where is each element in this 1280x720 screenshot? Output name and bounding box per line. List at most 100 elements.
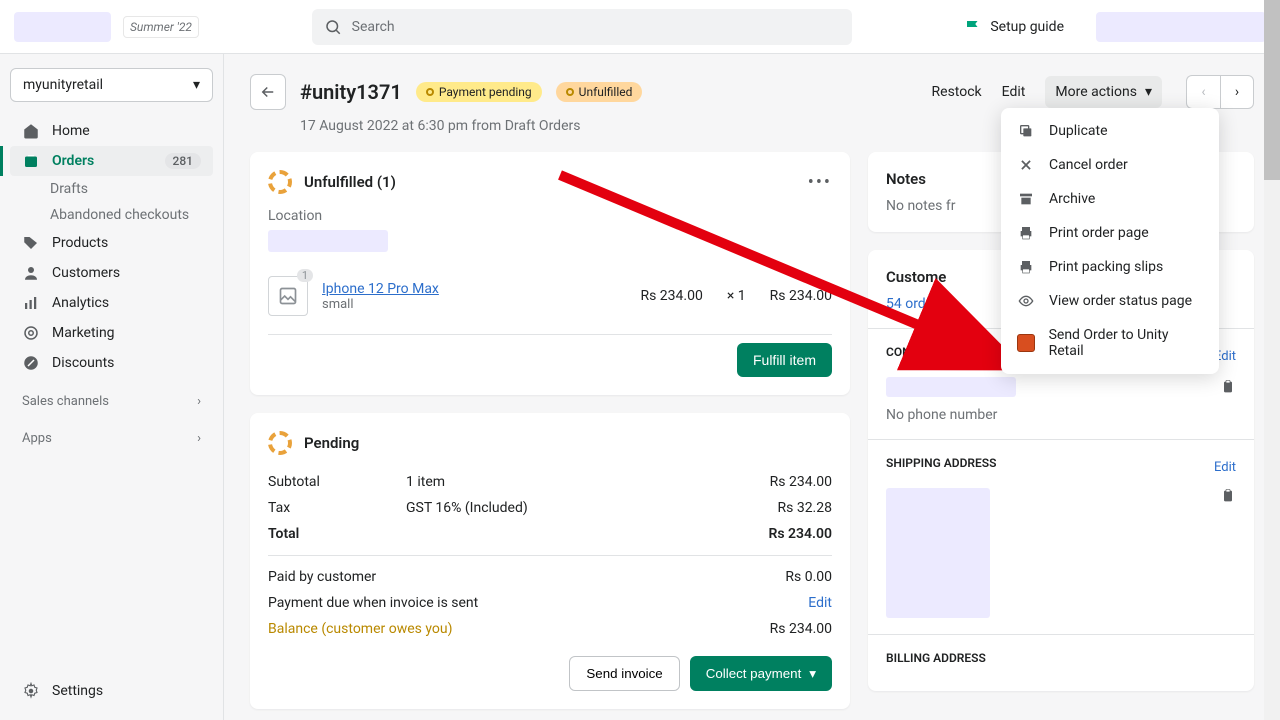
page-header: #unity1371 Payment pending Unfulfilled R… bbox=[250, 74, 1254, 110]
fulfill-item-button[interactable]: Fulfill item bbox=[737, 343, 832, 377]
billing-address-label: BILLING ADDRESS bbox=[886, 651, 1236, 665]
sidebar: myunityretail ▾ Home Orders 281 Drafts A… bbox=[0, 54, 224, 720]
nav-analytics[interactable]: Analytics bbox=[10, 288, 213, 318]
payment-due-edit[interactable]: Edit bbox=[808, 595, 832, 611]
balance-label: Balance (customer owes you) bbox=[268, 621, 452, 637]
card-more-button[interactable]: ••• bbox=[808, 172, 832, 193]
edit-button[interactable]: Edit bbox=[1002, 84, 1026, 100]
nav-customers[interactable]: Customers bbox=[10, 258, 213, 288]
nav-discounts-label: Discounts bbox=[52, 355, 114, 371]
status-ring-icon bbox=[268, 431, 292, 455]
dropdown-print-packing-label: Print packing slips bbox=[1049, 259, 1163, 275]
location-value-placeholder bbox=[268, 230, 388, 252]
dropdown-archive[interactable]: Archive bbox=[1001, 182, 1219, 216]
nav-orders[interactable]: Orders 281 bbox=[10, 146, 213, 176]
nav-discounts[interactable]: Discounts bbox=[10, 348, 213, 378]
tax-detail: GST 16% (Included) bbox=[406, 500, 778, 516]
scrollbar-thumb[interactable] bbox=[1264, 0, 1280, 180]
clipboard-icon[interactable] bbox=[1220, 488, 1236, 504]
dropdown-cancel-order[interactable]: Cancel order bbox=[1001, 148, 1219, 182]
tax-label: Tax bbox=[268, 500, 406, 516]
unfulfilled-card: Unfulfilled (1) ••• Location 1 Iphone 12… bbox=[250, 152, 850, 395]
fulfillment-status-chip: Unfulfilled bbox=[556, 82, 643, 102]
product-name-link[interactable]: Iphone 12 Pro Max bbox=[322, 281, 439, 297]
send-invoice-button[interactable]: Send invoice bbox=[569, 656, 679, 691]
search-input[interactable]: Search bbox=[312, 9, 852, 45]
settings-label: Settings bbox=[52, 683, 103, 699]
clipboard-icon[interactable] bbox=[1220, 379, 1236, 395]
close-icon bbox=[1017, 158, 1035, 172]
orders-count-badge: 281 bbox=[165, 153, 201, 169]
scrollbar[interactable] bbox=[1264, 0, 1280, 720]
shipping-edit-button[interactable]: Edit bbox=[1214, 460, 1236, 475]
store-name: myunityretail bbox=[23, 77, 103, 93]
back-button[interactable] bbox=[250, 74, 286, 110]
prev-order-button[interactable]: ‹ bbox=[1186, 75, 1220, 109]
next-order-button[interactable]: › bbox=[1220, 75, 1254, 109]
sales-channels-label: Sales channels bbox=[22, 394, 109, 409]
person-icon bbox=[22, 264, 40, 282]
dropdown-cancel-label: Cancel order bbox=[1049, 157, 1128, 173]
print-icon bbox=[1017, 225, 1035, 241]
season-tag: Summer '22 bbox=[123, 16, 199, 38]
dropdown-view-status[interactable]: View order status page bbox=[1001, 284, 1219, 318]
tax-amount: Rs 32.28 bbox=[778, 500, 833, 516]
dropdown-print-packing[interactable]: Print packing slips bbox=[1001, 250, 1219, 284]
nav-abandoned-checkouts[interactable]: Abandoned checkouts bbox=[10, 202, 213, 228]
nav-drafts[interactable]: Drafts bbox=[10, 176, 213, 202]
contact-email-placeholder bbox=[886, 377, 1016, 397]
dropdown-print-order-label: Print order page bbox=[1049, 225, 1149, 241]
dropdown-send-unity[interactable]: Send Order to Unity Retail bbox=[1001, 318, 1219, 368]
paid-label: Paid by customer bbox=[268, 569, 376, 585]
tag-icon bbox=[22, 234, 40, 252]
paid-amount: Rs 0.00 bbox=[785, 569, 832, 585]
copy-icon bbox=[1017, 123, 1035, 139]
apps-label: Apps bbox=[22, 431, 52, 446]
store-selector[interactable]: myunityretail ▾ bbox=[10, 68, 213, 102]
nav-home[interactable]: Home bbox=[10, 116, 213, 146]
dropdown-archive-label: Archive bbox=[1049, 191, 1095, 207]
unity-app-icon bbox=[1017, 334, 1035, 352]
more-actions-button[interactable]: More actions ▾ bbox=[1045, 76, 1162, 108]
orders-icon bbox=[22, 152, 40, 170]
qty-multiplier: × 1 bbox=[727, 288, 746, 304]
dropdown-duplicate[interactable]: Duplicate bbox=[1001, 114, 1219, 148]
search-icon bbox=[324, 18, 342, 36]
nav-marketing[interactable]: Marketing bbox=[10, 318, 213, 348]
subtotal-label: Subtotal bbox=[268, 474, 406, 490]
home-icon bbox=[22, 122, 40, 140]
restock-button[interactable]: Restock bbox=[932, 84, 982, 100]
dropdown-view-status-label: View order status page bbox=[1049, 293, 1192, 309]
search-placeholder: Search bbox=[352, 19, 395, 35]
balance-amount: Rs 234.00 bbox=[770, 621, 832, 637]
dropdown-print-order[interactable]: Print order page bbox=[1001, 216, 1219, 250]
shipping-address-label: SHIPPING ADDRESS bbox=[886, 456, 996, 470]
nav-products-label: Products bbox=[52, 235, 108, 251]
unfulfilled-title: Unfulfilled (1) bbox=[304, 173, 396, 191]
payment-due-label: Payment due when invoice is sent bbox=[268, 595, 478, 611]
nav-products[interactable]: Products bbox=[10, 228, 213, 258]
subtotal-amount: Rs 234.00 bbox=[770, 474, 832, 490]
top-bar: Summer '22 Search Setup guide bbox=[0, 0, 1280, 54]
more-actions-dropdown: Duplicate Cancel order Archive Print ord… bbox=[1001, 108, 1219, 374]
chevron-right-icon: › bbox=[197, 431, 201, 446]
collect-payment-button[interactable]: Collect payment▾ bbox=[690, 656, 832, 691]
chevron-down-icon: ▾ bbox=[193, 77, 200, 93]
nav-apps[interactable]: Apps › bbox=[10, 425, 213, 452]
nav-sales-channels[interactable]: Sales channels › bbox=[10, 388, 213, 415]
print-icon bbox=[1017, 259, 1035, 275]
caret-down-icon: ▾ bbox=[809, 666, 816, 682]
shipping-address-placeholder bbox=[886, 488, 990, 618]
nav-settings[interactable]: Settings bbox=[10, 676, 213, 706]
nav-analytics-label: Analytics bbox=[52, 295, 109, 311]
pending-title: Pending bbox=[304, 434, 359, 452]
status-ring-icon bbox=[268, 170, 292, 194]
setup-guide-link[interactable]: Setup guide bbox=[964, 18, 1064, 36]
gear-icon bbox=[22, 682, 40, 700]
no-phone-text: No phone number bbox=[886, 407, 1236, 423]
chevron-right-icon: › bbox=[197, 394, 201, 409]
setup-guide-label: Setup guide bbox=[990, 19, 1064, 35]
order-title: #unity1371 bbox=[300, 80, 402, 104]
account-placeholder[interactable] bbox=[1096, 12, 1266, 42]
product-thumbnail: 1 bbox=[268, 276, 308, 316]
